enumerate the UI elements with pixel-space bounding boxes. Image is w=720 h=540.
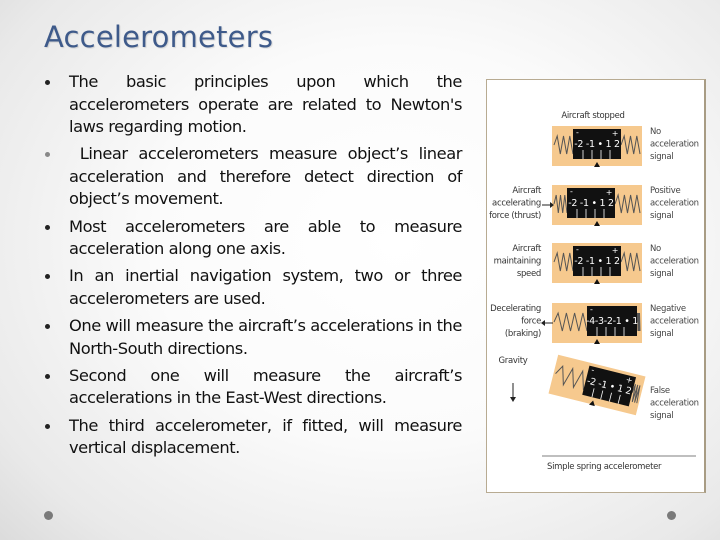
signal-label: signal bbox=[650, 152, 673, 162]
meter-panel-3: - -4-3-2-1 • 1 Negative acceleration signal D… bbox=[490, 303, 699, 344]
state-label: Decelerating bbox=[490, 304, 541, 314]
bullet-text: Linear accelerometers measure object’s l… bbox=[69, 144, 462, 209]
state-label: force bbox=[521, 317, 541, 327]
state-label: Aircraft stopped bbox=[561, 111, 624, 121]
bullet-item: One will measure the aircraft’s accelera… bbox=[44, 315, 462, 360]
bullet-text: Second one will measure the aircraft’s a… bbox=[69, 365, 462, 408]
state-label: (braking) bbox=[505, 329, 541, 339]
meter-panel-4: -+-2 -1 • 1 2 False acceleration signal Grav… bbox=[499, 354, 699, 421]
accelerometer-diagram: - +-2 -1 • 1 2NoaccelerationsignalAircraf… bbox=[489, 111, 699, 472]
bullet-dot-icon bbox=[45, 80, 50, 85]
state-label: Aircraft bbox=[512, 186, 542, 196]
decorative-dot-icon bbox=[667, 511, 676, 520]
signal-label: No bbox=[650, 127, 661, 137]
scale-minus: - bbox=[576, 128, 579, 137]
signal-label: False bbox=[650, 386, 670, 396]
bullet-item: Linear accelerometers measure object’s l… bbox=[44, 143, 462, 211]
signal-label: No bbox=[650, 244, 661, 254]
bullet-item: Second one will measure the aircraft’s a… bbox=[44, 365, 462, 410]
scale-numbers: -2 -1 • 1 2 bbox=[574, 139, 620, 150]
state-label: Gravity bbox=[499, 356, 528, 366]
bullet-dot-icon bbox=[45, 423, 50, 429]
bullet-text: Most accelerometers are able to measure … bbox=[69, 216, 462, 259]
bullet-list: The basic principles upon which the acce… bbox=[44, 71, 462, 465]
scale-minus: - bbox=[576, 245, 579, 254]
signal-label: acceleration bbox=[650, 257, 699, 267]
state-label: Aircraft bbox=[512, 244, 542, 254]
bullet-text: The third accelerometer, if fitted, will… bbox=[69, 415, 462, 458]
signal-label: acceleration bbox=[650, 199, 699, 209]
arrow-head-icon bbox=[541, 320, 545, 326]
tilted-meter: -+-2 -1 • 1 2 bbox=[548, 354, 646, 416]
bullet-dot-icon bbox=[45, 224, 50, 230]
signal-label: signal bbox=[650, 329, 673, 339]
meter-panel-2: - +-2 -1 • 1 2 No acceleration signal Aircraf… bbox=[494, 243, 699, 284]
bullet-dot-icon bbox=[45, 373, 50, 379]
arrow-head-icon bbox=[510, 397, 516, 402]
decorative-dot-icon bbox=[44, 511, 53, 520]
bullet-text: The basic principles upon which the acce… bbox=[69, 72, 462, 136]
signal-label: signal bbox=[650, 411, 673, 421]
state-label: accelerating bbox=[492, 199, 541, 209]
accelerometer-figure: - + -2 -1 • 1 2 No acceleration signal Aircraf… bbox=[486, 79, 706, 493]
bullet-dot-icon bbox=[45, 152, 50, 158]
figure-caption: Simple spring accelerometer bbox=[547, 462, 662, 472]
meter-panel-1: - +-2 -1 • 1 2 Positive acceleration signal A… bbox=[489, 185, 699, 226]
scale-numbers: -4-3-2-1 • 1 bbox=[586, 316, 638, 327]
scale-plus: + bbox=[612, 129, 618, 138]
signal-label: acceleration bbox=[650, 317, 699, 327]
signal-label: acceleration bbox=[650, 399, 699, 409]
bullet-item: The basic principles upon which the acce… bbox=[44, 71, 462, 139]
signal-label: Negative bbox=[650, 304, 686, 314]
signal-label: Positive bbox=[650, 186, 680, 196]
bullet-text: One will measure the aircraft’s accelera… bbox=[69, 316, 462, 358]
bullet-item: The third accelerometer, if fitted, will… bbox=[44, 415, 462, 460]
bullet-dot-icon bbox=[45, 274, 50, 280]
signal-label: signal bbox=[650, 211, 673, 221]
bullet-item: In an inertial navigation system, two or… bbox=[44, 265, 462, 310]
state-label: speed bbox=[517, 269, 541, 279]
scale-minus: - bbox=[590, 305, 593, 314]
state-label: maintaining bbox=[494, 257, 541, 267]
scale-plus: + bbox=[606, 188, 612, 197]
signal-label: signal bbox=[650, 269, 673, 279]
scale-numbers: -2 -1 • 1 2 bbox=[574, 256, 620, 267]
scale-numbers: -2 -1 • 1 2 bbox=[568, 198, 614, 209]
signal-label: acceleration bbox=[650, 140, 699, 150]
bullet-item: Most accelerometers are able to measure … bbox=[44, 216, 462, 261]
bullet-text: In an inertial navigation system, two or… bbox=[69, 266, 462, 308]
bullet-dot-icon bbox=[45, 324, 50, 330]
slide-title: Accelerometers bbox=[44, 20, 274, 54]
scale-plus: + bbox=[612, 246, 618, 255]
state-label: force (thrust) bbox=[489, 211, 541, 221]
scale-minus: - bbox=[570, 187, 573, 196]
meter-panel-0: - +-2 -1 • 1 2 No acceleration signal Aircraf… bbox=[552, 111, 699, 167]
